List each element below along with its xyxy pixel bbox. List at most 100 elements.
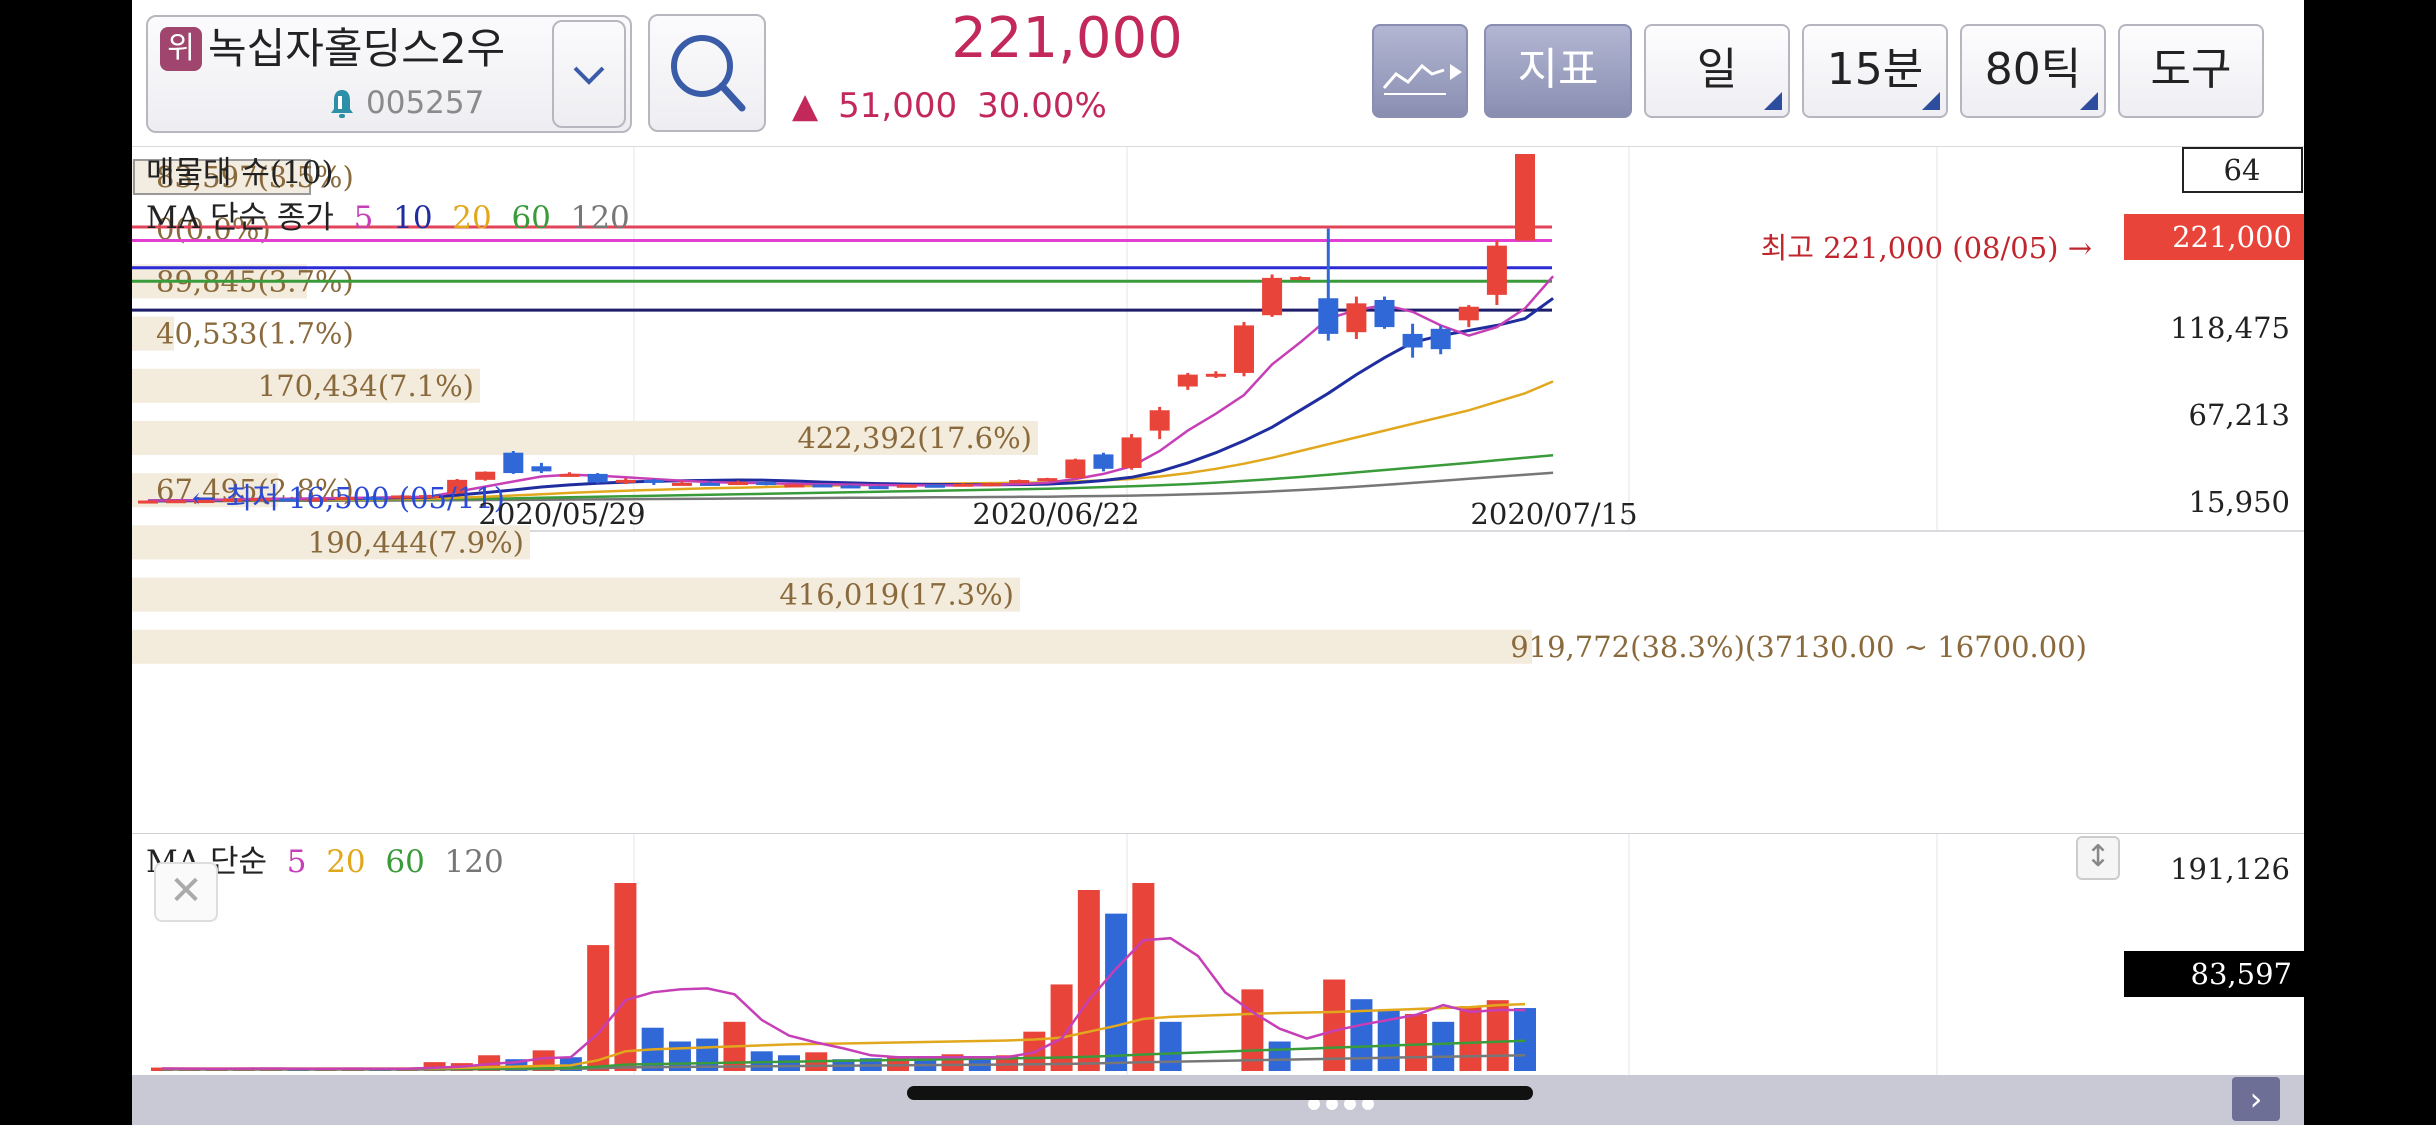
tools-button[interactable]: 도구 (2118, 24, 2264, 118)
up-arrow-icon: ▲ (792, 86, 819, 126)
candle-body (587, 473, 608, 483)
volume-bar (1323, 979, 1346, 1071)
dropdown-corner-icon (1764, 92, 1782, 110)
vol-ma20-legend: 20 (326, 844, 366, 880)
chevron-down-icon (573, 66, 605, 85)
candle-body (1318, 298, 1339, 334)
ma60-legend: 60 (511, 200, 551, 236)
candle-body (1430, 328, 1451, 350)
vol-ma60-legend: 60 (385, 844, 425, 880)
candle-body (1205, 373, 1226, 377)
candle-body (1065, 459, 1086, 479)
candle-body (671, 482, 692, 486)
candle-body (1037, 478, 1058, 482)
candle-body (784, 484, 805, 488)
stock-dropdown-button[interactable] (552, 20, 626, 128)
candle-body (700, 482, 721, 486)
dropdown-corner-icon (1922, 92, 1940, 110)
indicator-button[interactable]: 지표 (1484, 24, 1632, 118)
search-icon (671, 35, 746, 112)
candle-body (1290, 277, 1311, 281)
candle-body (1402, 333, 1423, 348)
tools-label: 도구 (2150, 44, 2232, 95)
stock-name: 녹십자홀딩스2우 (208, 24, 506, 73)
volume-profile-label: 416,019(17.3%) (779, 578, 1014, 612)
volume-bar (1077, 890, 1100, 1071)
alert-bell-icon (331, 90, 353, 118)
close-icon[interactable]: ✕ (154, 862, 218, 922)
price-tag-label: 221,000 (2172, 220, 2292, 254)
volume-bar (1132, 883, 1155, 1071)
vol-ma120-legend: 120 (444, 844, 504, 880)
volume-tag-label: 83,597 (2191, 957, 2292, 991)
x-axis-label: 2020/06/22 (972, 497, 1139, 531)
candle-body (559, 473, 580, 477)
candle-body (475, 471, 496, 480)
indicator-label: 지표 (1517, 44, 1599, 95)
period-day-button[interactable]: 일 (1644, 24, 1790, 118)
candle-body (643, 479, 664, 483)
y-axis-label: 15,950 (2189, 485, 2290, 519)
candle-body (728, 482, 749, 486)
y-axis-label: 67,213 (2189, 398, 2290, 432)
ma120-legend: 120 (570, 200, 630, 236)
volume-bar (1159, 1021, 1182, 1071)
ma5-legend: 5 (353, 200, 374, 236)
candle-body (531, 466, 552, 472)
volume-profile-label: 170,434(7.1%) (258, 369, 474, 403)
candle-body (1093, 454, 1114, 469)
x-axis-label: 2020/05/29 (478, 497, 645, 531)
period-15min-button[interactable]: 15분 (1802, 24, 1948, 118)
volume-bar (587, 945, 610, 1071)
high-annotation: 최고 221,000 (08/05) → (1761, 231, 2092, 265)
candle-body (138, 500, 158, 504)
volume-profile-bar (132, 629, 1532, 664)
stock-code: 005257 (366, 85, 485, 121)
period-day-label: 일 (1696, 44, 1738, 95)
next-arrow-icon[interactable]: › (2232, 1077, 2280, 1121)
y-axis-label: 118,475 (2170, 311, 2290, 345)
search-button[interactable] (648, 14, 766, 132)
volume-bar (1404, 1013, 1427, 1071)
change-percent: 30.00% (977, 86, 1107, 126)
candle-body (503, 452, 524, 474)
volume-bar (1241, 989, 1264, 1071)
price-chart[interactable]: 83,597(3.5%)0(0.0%)89,845(3.7%)40,533(1.… (132, 146, 2304, 834)
current-price: 221,000 (951, 6, 1183, 71)
volume-profile-label: 919,772(38.3%)(37130.00 ~ 16700.00) (1510, 630, 2087, 664)
period-80tick-button[interactable]: 80틱 (1960, 24, 2106, 118)
volume-bar (614, 883, 637, 1071)
ma10-legend: 10 (393, 200, 433, 236)
candle-body (952, 483, 973, 487)
candle-body (756, 482, 777, 486)
warning-badge: 위 (160, 27, 202, 71)
candle-body (1374, 299, 1395, 328)
candle-body (868, 486, 889, 490)
low-annotation: ← 최저 16,500 (05/11) (192, 481, 505, 515)
bottom-bar (132, 1075, 2304, 1125)
line-chart-icon (1382, 63, 1462, 95)
trading-app: 위 녹십자홀딩스2우 005257 221,000 ▲ 51,000 30.00% (132, 0, 2304, 1125)
candle-body (1515, 154, 1535, 241)
candle-body (924, 484, 945, 488)
volume-bar (1514, 1008, 1536, 1071)
candle-body (812, 484, 833, 488)
candle-body (1149, 410, 1170, 431)
ma-legend: MA 단순 종가 5 10 20 60 120 (146, 192, 630, 237)
price-change: ▲ 51,000 30.00% (792, 86, 1127, 126)
candle-body (840, 485, 861, 489)
resize-icon[interactable]: ↕ (2076, 836, 2120, 880)
x-axis-label: 2020/07/15 (1470, 497, 1637, 531)
candle-body (1121, 437, 1142, 468)
volume-bar (1459, 1006, 1482, 1071)
volume-bar (1105, 913, 1128, 1071)
volume-bar (777, 1055, 800, 1071)
candle-body (166, 500, 187, 504)
volume-y-label: 191,126 (2170, 852, 2290, 886)
volume-profile-label: 40,533(1.7%) (156, 317, 354, 351)
chart-type-button[interactable] (1372, 24, 1468, 118)
candle-body (1009, 480, 1030, 484)
candle-body (1346, 303, 1367, 333)
candle-body (1262, 277, 1283, 316)
candle-body (1458, 306, 1479, 321)
